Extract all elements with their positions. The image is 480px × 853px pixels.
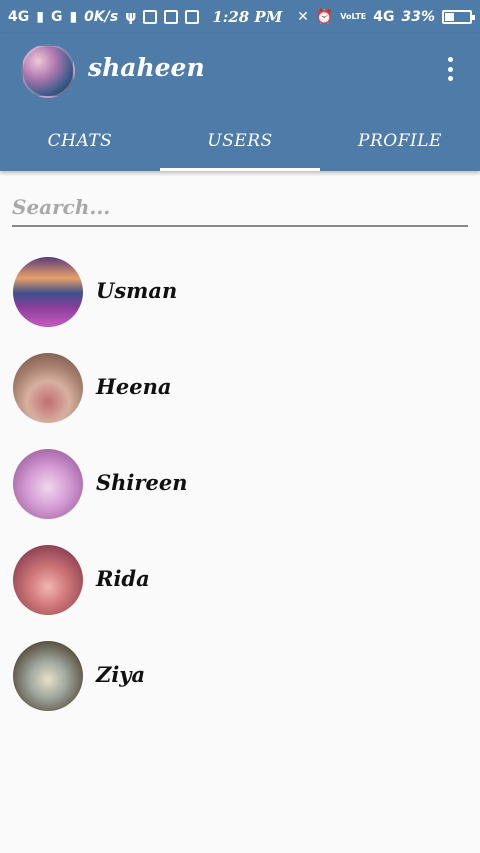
user-list: Usman Heena Shireen Rida Ziya	[0, 244, 480, 724]
menu-dot-icon	[447, 76, 453, 81]
tab-profile[interactable]: PROFILE	[320, 111, 480, 171]
profile-avatar[interactable]	[21, 44, 75, 98]
status-left: 4G ▮ G ▮ 0K/s ψ 1:28 PM	[8, 8, 282, 26]
list-item[interactable]: Heena	[0, 340, 480, 436]
network-indicator-3: 4G	[373, 8, 395, 25]
status-right: ✕ ⏰ VoLTE 4G 33%	[297, 8, 475, 25]
list-item[interactable]: Shireen	[0, 436, 480, 532]
tab-chats[interactable]: CHATS	[0, 111, 160, 171]
data-speed: 0K/s	[84, 8, 119, 25]
status-time: 1:28 PM	[212, 7, 283, 26]
avatar[interactable]	[13, 641, 83, 711]
search-field	[12, 189, 468, 227]
user-name: Usman	[96, 278, 178, 303]
notification-icon-2	[164, 9, 179, 24]
signal-icon-1: ▮	[36, 8, 44, 25]
list-item[interactable]: Rida	[0, 532, 480, 628]
list-item[interactable]: Usman	[0, 244, 480, 340]
user-name: Heena	[96, 374, 172, 399]
tab-users[interactable]: USERS	[160, 111, 320, 171]
battery-percent: 33%	[401, 8, 435, 25]
menu-dot-icon	[447, 66, 453, 72]
avatar[interactable]	[13, 545, 83, 615]
list-item[interactable]: Ziya	[0, 628, 480, 724]
volte-indicator: VoLTE	[340, 12, 367, 21]
notification-icon-3	[185, 9, 200, 24]
tab-label: CHATS	[47, 131, 113, 151]
avatar[interactable]	[13, 353, 83, 423]
avatar[interactable]	[13, 257, 83, 327]
app-title: shaheen	[88, 53, 205, 82]
network-indicator-1: 4G	[8, 8, 30, 25]
battery-icon	[442, 9, 475, 24]
tab-bar: CHATS USERS PROFILE	[0, 111, 480, 171]
battery-fill	[445, 12, 454, 21]
user-name: Shireen	[96, 470, 188, 495]
search-input[interactable]	[12, 189, 468, 225]
notification-icon-1	[143, 9, 158, 24]
mute-icon: ✕	[297, 8, 309, 25]
alarm-icon: ⏰	[315, 8, 334, 25]
overflow-menu-button[interactable]	[440, 53, 460, 85]
app-bar: shaheen CHATS USERS PROFILE	[0, 33, 480, 171]
network-indicator-2: G	[50, 8, 63, 25]
avatar[interactable]	[13, 449, 83, 519]
menu-dot-icon	[447, 57, 453, 62]
status-bar: 4G ▮ G ▮ 0K/s ψ 1:28 PM ✕ ⏰ VoLTE 4G 33%	[0, 0, 480, 33]
user-name: Ziya	[96, 662, 146, 687]
signal-icon-2: ▮	[69, 8, 78, 25]
user-name: Rida	[96, 566, 150, 591]
tab-label: USERS	[207, 131, 273, 151]
tab-active-indicator	[160, 168, 320, 171]
tab-label: PROFILE	[358, 131, 442, 151]
usb-icon: ψ	[125, 8, 137, 25]
